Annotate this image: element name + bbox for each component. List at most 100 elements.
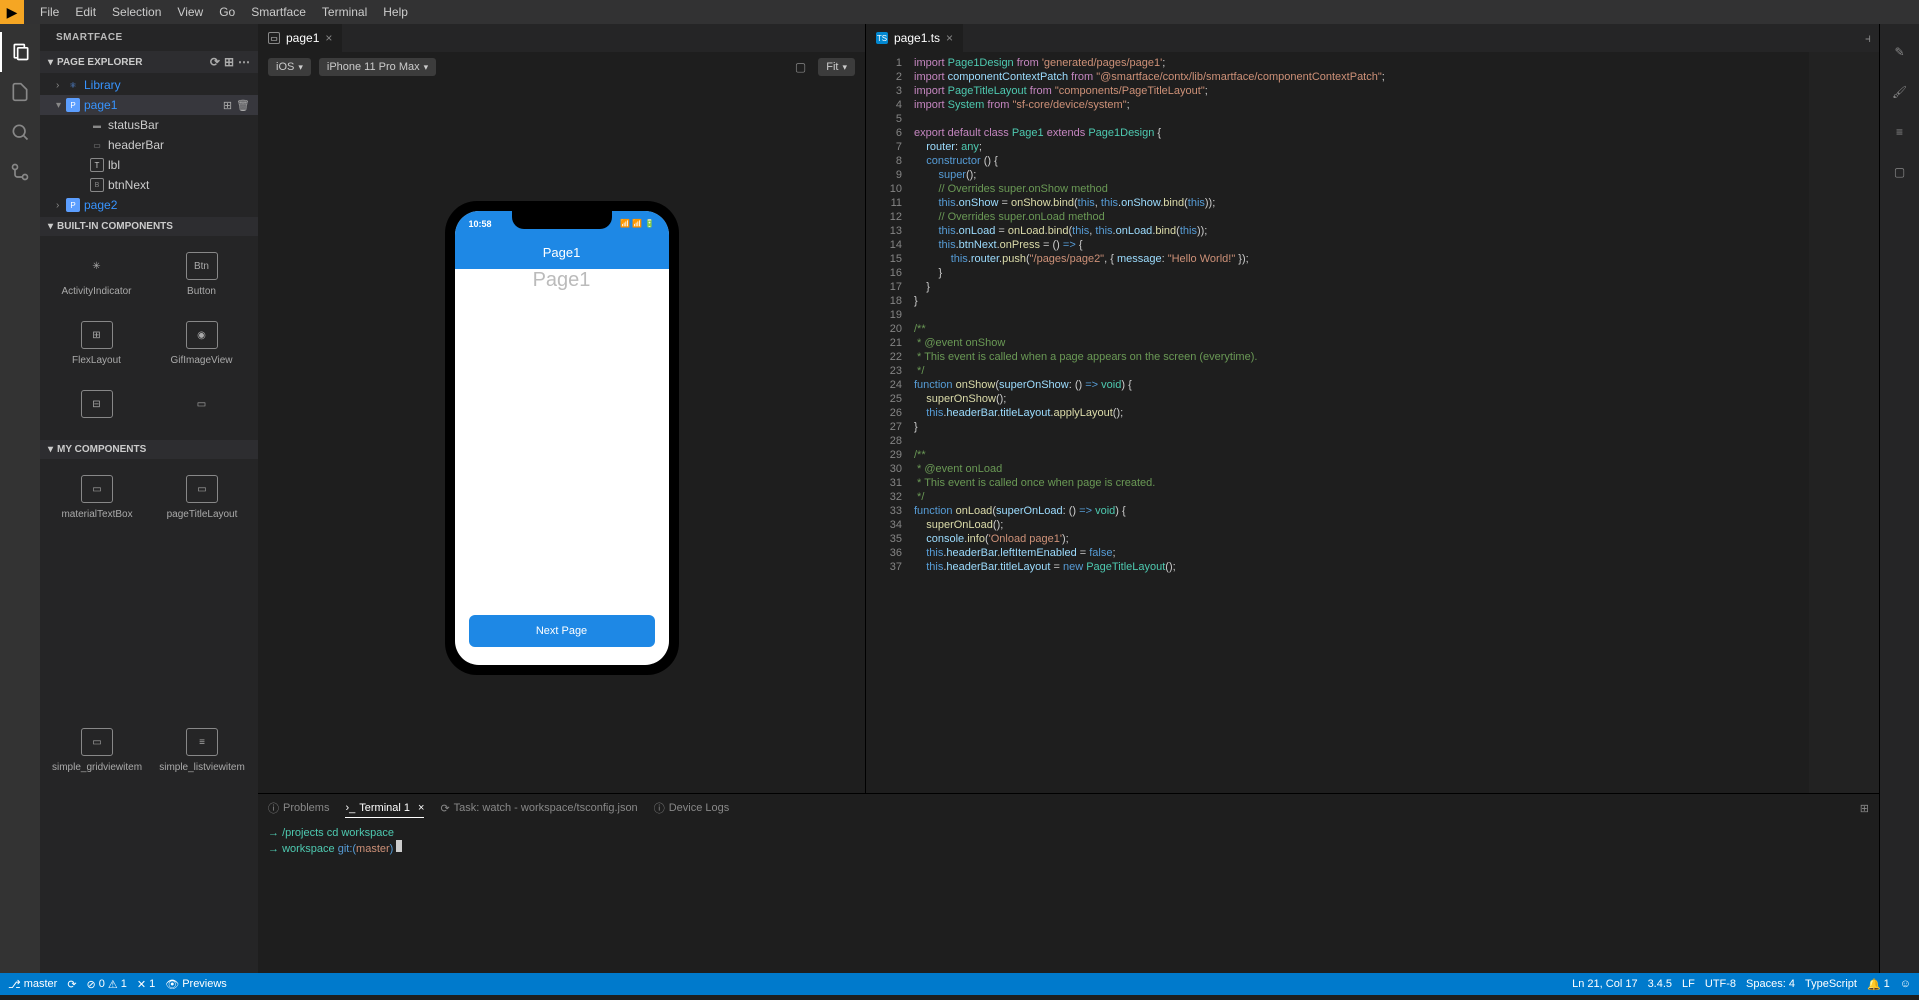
designer-pane: ▭ page1 × iOS iPhone 11 Pro Max ▢ Fit — [258, 24, 866, 793]
tree-page2[interactable]: ›Ppage2 — [40, 195, 258, 215]
edit-icon[interactable]: ✎ — [1880, 32, 1919, 72]
component-flexlayout[interactable]: ⊞FlexLayout — [48, 313, 145, 374]
component-more[interactable]: ⊟ — [48, 382, 145, 432]
menu-view[interactable]: View — [169, 1, 211, 23]
tab-label: page1 — [286, 31, 319, 45]
panel-layout-icon[interactable]: ⊞ — [1860, 802, 1869, 815]
list-icon[interactable]: ≡ — [1880, 112, 1919, 152]
status-previews[interactable]: 👁 Previews — [165, 978, 227, 991]
device-select[interactable]: iPhone 11 Pro Max — [319, 58, 436, 76]
phone-frame: 10:58 📶 📶 🔋 Page1 Page1 Next Page — [445, 201, 679, 675]
activity-search[interactable] — [0, 112, 40, 152]
add-child-icon[interactable]: ⊞ — [223, 99, 232, 112]
phone-content[interactable]: Page1 Next Page — [455, 269, 669, 665]
builtin-header[interactable]: ▾ BUILT-IN COMPONENTS — [40, 217, 258, 236]
component-gridviewitem[interactable]: ▭simple_gridviewitem — [48, 720, 146, 965]
tab-page1-ts[interactable]: TS page1.ts × — [866, 24, 963, 52]
activity-explorer[interactable] — [0, 32, 40, 72]
page-icon: ▭ — [268, 32, 280, 44]
delete-icon[interactable]: 🗑 — [236, 99, 250, 112]
editor-area: ▭ page1 × iOS iPhone 11 Pro Max ▢ Fit — [258, 24, 1879, 973]
component-pagetitlelayout[interactable]: ▭pageTitleLayout — [154, 467, 250, 712]
tree-lbl[interactable]: Tlbl — [40, 155, 258, 175]
tab-terminal[interactable]: ›_Terminal 1× — [345, 799, 424, 818]
status-cursor[interactable]: Ln 21, Col 17 — [1572, 978, 1637, 990]
refresh-icon[interactable]: ⟳ — [210, 55, 220, 69]
activity-bar — [0, 24, 40, 973]
code-editor[interactable]: 1234567891011121314151617181920212223242… — [866, 52, 1879, 793]
status-version[interactable]: 3.4.5 — [1648, 978, 1672, 990]
activity-files[interactable] — [0, 72, 40, 112]
mycomponents-header[interactable]: ▾ MY COMPONENTS — [40, 440, 258, 459]
page-explorer-header[interactable]: ▾ PAGE EXPLORER ⟳ ⊞ ⋯ — [40, 51, 258, 73]
ts-icon: TS — [876, 32, 888, 44]
page-explorer-label: PAGE EXPLORER — [57, 57, 142, 68]
rotate-icon[interactable]: ▢ — [791, 58, 810, 76]
minimap[interactable] — [1809, 52, 1879, 793]
line-gutter: 1234567891011121314151617181920212223242… — [866, 52, 914, 793]
terminal[interactable]: → /projects cd workspace → workspace git… — [258, 822, 1879, 860]
tree-headerbar[interactable]: ▭headerBar — [40, 135, 258, 155]
status-feedback[interactable]: ☺ — [1900, 978, 1911, 990]
menu-go[interactable]: Go — [211, 1, 243, 23]
close-icon[interactable]: × — [418, 802, 424, 814]
chevron-down-icon: ▾ — [48, 57, 53, 68]
component-gifimageview[interactable]: ◉GifImageView — [153, 313, 250, 374]
component-materialtextbox[interactable]: ▭materialTextBox — [48, 467, 146, 712]
status-encoding[interactable]: UTF-8 — [1705, 978, 1736, 990]
menu-terminal[interactable]: Terminal — [314, 1, 375, 23]
status-branch[interactable]: ⎇ master — [8, 978, 57, 991]
component-button[interactable]: BtnButton — [153, 244, 250, 305]
main-menu: File Edit Selection View Go Smartface Te… — [32, 1, 416, 23]
activity-git[interactable] — [0, 152, 40, 192]
status-spaces[interactable]: Spaces: 4 — [1746, 978, 1795, 990]
status-other[interactable]: ✕ 1 — [137, 978, 155, 991]
menu-file[interactable]: File — [32, 1, 67, 23]
right-bar: ✎ 🖌 ≡ ▢ — [1879, 24, 1919, 973]
tab-logs[interactable]: ⓘDevice Logs — [654, 797, 730, 819]
tab-task[interactable]: ⟳Task: watch - workspace/tsconfig.json — [440, 799, 637, 818]
split-icon[interactable]: ⫞ — [1865, 31, 1871, 46]
page-tree: ›⚛Library ▾Ppage1 ⊞🗑 ▬statusBar ▭headerB… — [40, 73, 258, 217]
status-sync[interactable]: ⟳ — [67, 978, 76, 991]
box-icon[interactable]: ▢ — [1880, 152, 1919, 192]
tree-library[interactable]: ›⚛Library — [40, 75, 258, 95]
menu-help[interactable]: Help — [375, 1, 416, 23]
status-lang[interactable]: TypeScript — [1805, 978, 1857, 990]
tree-statusbar[interactable]: ▬statusBar — [40, 115, 258, 135]
close-icon[interactable]: × — [325, 31, 332, 45]
chevron-down-icon: ▾ — [48, 444, 53, 455]
zoom-select[interactable]: Fit — [818, 58, 855, 76]
status-errors[interactable]: ⊘ 0 ⚠ 1 — [87, 978, 127, 991]
panel-tabs: ⓘProblems ›_Terminal 1× ⟳Task: watch - w… — [258, 794, 1879, 822]
tab-problems[interactable]: ⓘProblems — [268, 797, 329, 819]
status-eol[interactable]: LF — [1682, 978, 1695, 990]
menu-edit[interactable]: Edit — [67, 1, 104, 23]
menu-smartface[interactable]: Smartface — [243, 1, 314, 23]
phone-label[interactable]: Page1 — [533, 269, 591, 292]
component-listviewitem[interactable]: ≡simple_listviewitem — [154, 720, 250, 965]
next-page-button[interactable]: Next Page — [469, 615, 655, 647]
component-activityindicator[interactable]: ✳ActivityIndicator — [48, 244, 145, 305]
statusbar-time: 10:58 — [469, 219, 492, 229]
component-more2[interactable]: ▭ — [153, 382, 250, 432]
builtin-label: BUILT-IN COMPONENTS — [57, 221, 173, 232]
tree-page1[interactable]: ▾Ppage1 ⊞🗑 — [40, 95, 258, 115]
os-select[interactable]: iOS — [268, 58, 311, 76]
code-content[interactable]: import Page1Design from 'generated/pages… — [914, 52, 1879, 793]
tab-page1-design[interactable]: ▭ page1 × — [258, 24, 342, 52]
code-pane: TS page1.ts × ⫞ 123456789101112131415161… — [866, 24, 1879, 793]
status-bell[interactable]: 🔔 1 — [1867, 978, 1890, 991]
menu-selection[interactable]: Selection — [104, 1, 169, 23]
statusbar-icons: 📶 📶 🔋 — [620, 219, 654, 228]
more-icon[interactable]: ⋯ — [238, 55, 250, 69]
close-icon[interactable]: × — [946, 31, 953, 45]
phone-headerbar[interactable]: Page1 — [455, 237, 669, 269]
code-tabs: TS page1.ts × ⫞ — [866, 24, 1879, 52]
add-icon[interactable]: ⊞ — [224, 55, 234, 69]
tree-btnnext[interactable]: BbtnNext — [40, 175, 258, 195]
phone-notch — [512, 211, 612, 229]
sidebar: SMARTFACE ▾ PAGE EXPLORER ⟳ ⊞ ⋯ ›⚛Librar… — [40, 24, 258, 973]
app-logo: ▶ — [0, 0, 24, 24]
brush-icon[interactable]: 🖌 — [1880, 72, 1919, 112]
